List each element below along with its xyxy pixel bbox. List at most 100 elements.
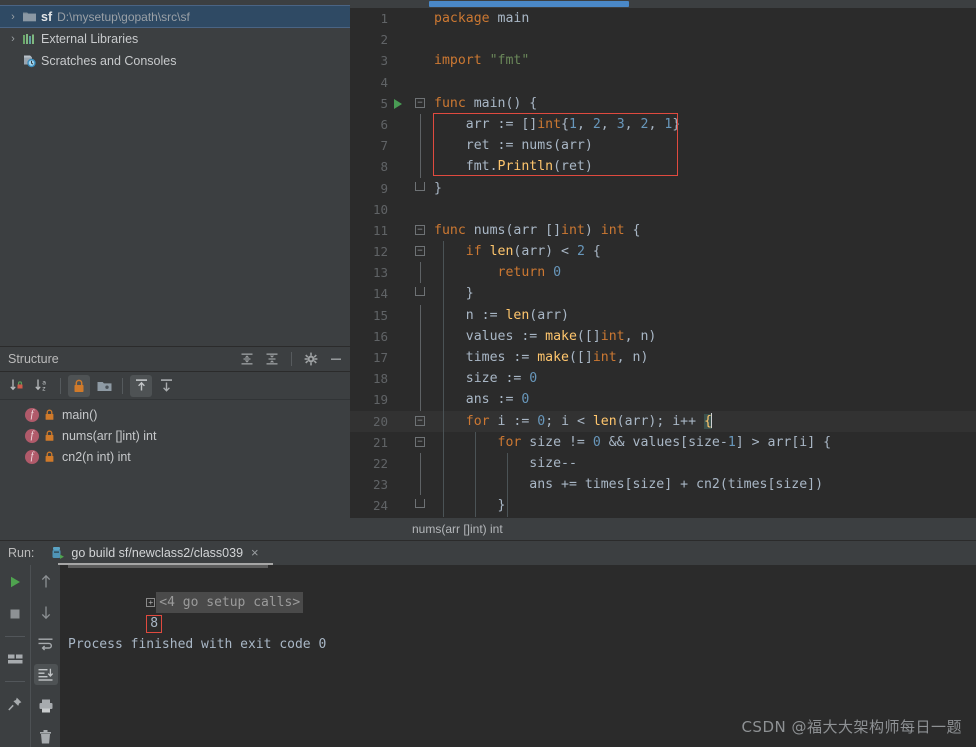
fold-column[interactable]	[410, 29, 432, 50]
layout-icon[interactable]	[3, 648, 27, 670]
gear-icon[interactable]	[303, 351, 319, 367]
gutter-marker[interactable]	[388, 50, 410, 71]
fold-collapse-icon[interactable]: −	[415, 436, 425, 447]
fold-column[interactable]	[410, 135, 432, 157]
fold-column[interactable]	[410, 262, 432, 284]
fold-end-icon[interactable]	[415, 181, 425, 191]
fold-column[interactable]	[410, 178, 432, 199]
gutter-marker[interactable]	[388, 135, 410, 156]
console-scrollbar[interactable]	[68, 565, 268, 568]
expand-icon[interactable]: +	[146, 598, 156, 607]
fold-collapse-icon[interactable]: −	[415, 97, 425, 108]
scroll-to-end-icon[interactable]	[33, 664, 58, 685]
tree-row-external-libraries[interactable]: › External Libraries	[0, 28, 350, 50]
fold-column[interactable]	[410, 50, 432, 71]
gutter-marker[interactable]	[388, 93, 410, 114]
code-line[interactable]: 8 fmt.Println(ret)	[350, 156, 976, 178]
code-lines-container[interactable]: 1 package main 2 3 import "fmt" 4 5− func main(…	[350, 8, 976, 517]
fold-column[interactable]	[410, 347, 432, 369]
code-line[interactable]: 6 arr := []int{1, 2, 3, 2, 1}	[350, 113, 976, 136]
breadcrumb[interactable]: nums(arr []int) int	[350, 517, 976, 540]
soft-wrap-icon[interactable]	[34, 633, 58, 654]
fold-column[interactable]	[410, 72, 432, 93]
fold-column[interactable]	[410, 8, 432, 29]
structure-item-main[interactable]: f main()	[0, 404, 350, 425]
show-non-public-icon[interactable]	[68, 374, 90, 397]
chevron-right-icon[interactable]: ›	[6, 32, 20, 46]
code-line[interactable]: 11 − func nums(arr []int) int {	[350, 220, 976, 241]
gutter-marker[interactable]	[388, 453, 410, 474]
scroll-down-icon[interactable]	[34, 602, 58, 623]
gutter-marker[interactable]	[388, 114, 410, 135]
code-line[interactable]: 7 ret := nums(arr)	[350, 135, 976, 157]
gutter-marker[interactable]	[388, 368, 410, 389]
scroll-up-icon[interactable]	[34, 571, 58, 592]
fold-column[interactable]: −	[410, 411, 432, 432]
close-icon[interactable]: ×	[251, 546, 259, 559]
fold-column[interactable]	[410, 368, 432, 390]
fold-collapse-icon[interactable]: −	[415, 224, 425, 235]
fold-column[interactable]	[410, 113, 432, 136]
collapse-all-icon[interactable]	[264, 351, 280, 367]
fold-end-icon[interactable]	[415, 287, 425, 297]
show-inherited-icon[interactable]	[130, 374, 152, 397]
hide-icon[interactable]	[328, 351, 344, 367]
gutter-marker[interactable]	[388, 178, 410, 199]
gutter-marker[interactable]	[388, 474, 410, 495]
fold-end-icon[interactable]	[415, 499, 425, 509]
code-line[interactable]: 4	[350, 72, 976, 93]
clear-all-icon[interactable]	[34, 726, 58, 747]
fold-column[interactable]	[410, 474, 432, 496]
print-icon[interactable]	[34, 695, 58, 716]
gutter-marker[interactable]	[388, 389, 410, 410]
code-line[interactable]: 1 package main	[350, 8, 976, 29]
code-line[interactable]: 9}	[350, 178, 976, 199]
show-fields-icon[interactable]	[93, 375, 115, 397]
fold-column[interactable]	[410, 325, 432, 347]
gutter-marker[interactable]	[388, 432, 410, 453]
fold-collapse-icon[interactable]: −	[415, 415, 425, 426]
run-function-icon[interactable]	[394, 98, 402, 109]
pin-icon[interactable]	[3, 693, 27, 715]
code-line[interactable]: 3 import "fmt"	[350, 50, 976, 71]
gutter-marker[interactable]	[388, 495, 410, 516]
gutter-marker[interactable]	[388, 305, 410, 326]
gutter-marker[interactable]	[388, 283, 410, 304]
gutter-marker[interactable]	[388, 411, 410, 432]
tree-row-scratches[interactable]: › Scratches and Consoles	[0, 50, 350, 72]
gutter-marker[interactable]	[388, 199, 410, 220]
gutter-marker[interactable]	[388, 156, 410, 177]
sort-alphabetically-icon[interactable]: a z	[31, 375, 53, 397]
gutter-marker[interactable]	[388, 241, 410, 262]
fold-column[interactable]: −	[410, 93, 432, 114]
gutter-marker[interactable]	[388, 262, 410, 283]
code-line[interactable]: 5 − func main() {	[350, 93, 976, 114]
fold-column[interactable]	[410, 389, 432, 411]
code-editor[interactable]: 1 package main 2 3 import "fmt" 4 5− func main(…	[350, 0, 976, 540]
chevron-right-icon[interactable]: ›	[6, 10, 20, 24]
fold-column[interactable]	[410, 199, 432, 220]
gutter-marker[interactable]	[388, 220, 410, 241]
code-line[interactable]: 10	[350, 199, 976, 220]
horizontal-scrollbar[interactable]	[429, 1, 629, 7]
fold-column[interactable]: −	[410, 220, 432, 241]
structure-item-nums[interactable]: f nums(arr []int) int	[0, 425, 350, 446]
tree-row-project-root[interactable]: › sf D:\mysetup\gopath\src\sf	[0, 5, 350, 28]
gutter-marker[interactable]	[388, 326, 410, 347]
fold-column[interactable]: −	[410, 241, 432, 262]
stop-icon[interactable]	[3, 603, 27, 625]
show-anonymous-icon[interactable]	[155, 375, 177, 397]
sort-by-visibility-icon[interactable]	[6, 375, 28, 397]
run-tab[interactable]: go build sf/newclass2/class039 ×	[46, 542, 262, 564]
fold-column[interactable]	[410, 495, 432, 516]
fold-collapse-icon[interactable]: −	[415, 246, 425, 257]
fold-column[interactable]	[410, 304, 432, 326]
fold-column[interactable]: −	[410, 432, 432, 453]
rerun-icon[interactable]	[3, 571, 27, 593]
fold-column[interactable]	[410, 156, 432, 178]
gutter-marker[interactable]	[388, 8, 410, 29]
gutter-marker[interactable]	[388, 29, 410, 50]
expand-all-icon[interactable]	[239, 351, 255, 367]
fold-column[interactable]	[410, 452, 432, 475]
code-line[interactable]: 2	[350, 29, 976, 50]
